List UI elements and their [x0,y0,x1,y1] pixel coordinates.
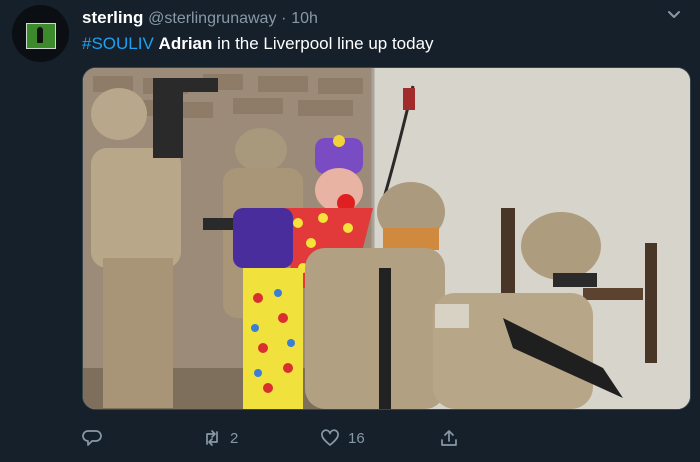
chevron-down-icon[interactable] [666,6,682,22]
tweet-text-rest: in the Liverpool line up today [212,34,434,53]
hashtag-link[interactable]: #SOULIV [82,34,154,53]
share-button[interactable] [439,428,467,448]
tweet-text-bold: Adrian [158,34,213,53]
action-bar: 2 16 [82,424,689,454]
like-count: 16 [348,429,365,447]
tweet-header: sterling @sterlingrunaway · 10h [82,8,318,28]
timestamp[interactable]: 10h [291,10,318,27]
reply-icon [82,430,102,446]
retweet-icon [206,430,218,446]
tweet-text: #SOULIV Adrian in the Liverpool line up … [82,34,434,54]
avatar[interactable] [12,5,69,62]
separator-dot: · [281,10,287,27]
author-handle[interactable]: @sterlingrunaway [148,10,276,27]
photo-illustration [83,68,690,409]
tweet: sterling @sterlingrunaway · 10h #SOULIV … [0,0,700,462]
heart-icon [321,429,339,446]
retweet-button[interactable]: 2 [202,428,238,448]
retweet-count: 2 [230,429,239,447]
reply-button[interactable] [82,428,110,448]
author-name[interactable]: sterling [82,8,143,27]
like-button[interactable]: 16 [320,428,365,448]
avatar-figure [37,27,43,43]
tweet-photo[interactable] [82,67,691,410]
share-icon [441,430,457,446]
